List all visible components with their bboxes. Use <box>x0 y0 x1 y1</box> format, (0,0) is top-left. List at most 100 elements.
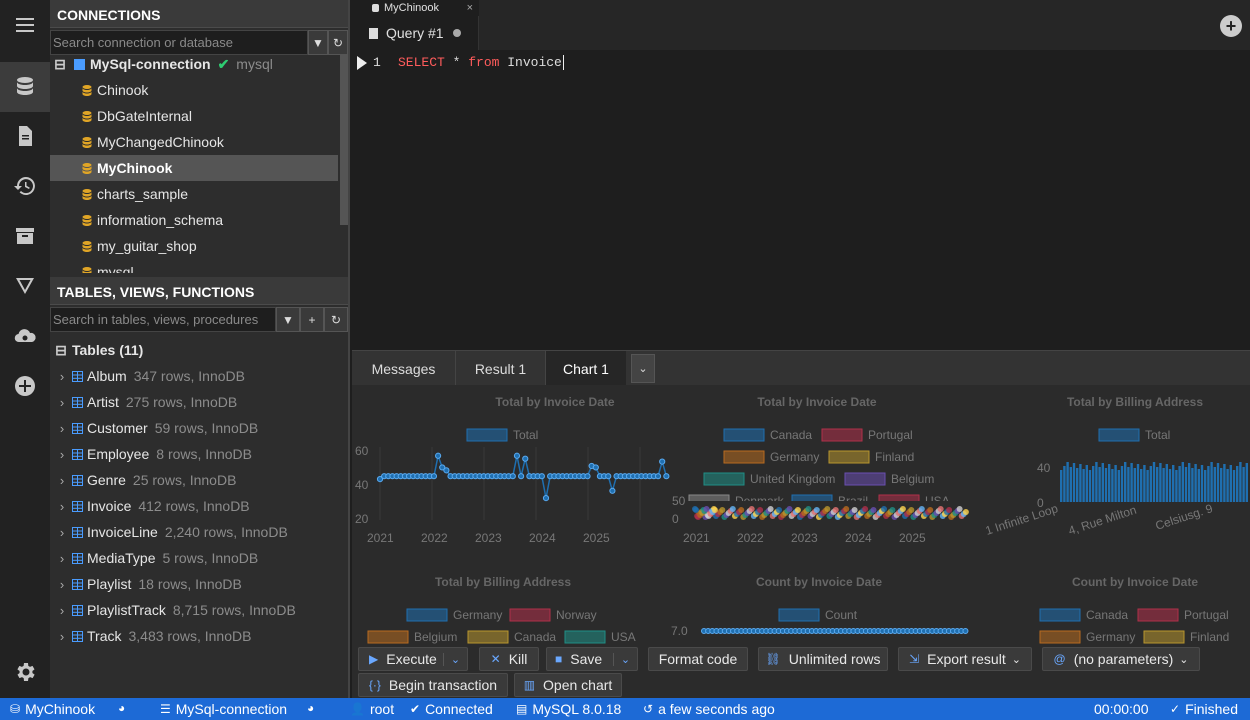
database-item[interactable]: charts_sample <box>50 181 338 207</box>
save-icon: ■ <box>555 652 563 666</box>
palette-icon[interactable]: ◕ <box>118 701 130 715</box>
chevron-right-icon[interactable]: › <box>52 603 72 618</box>
table-info: 59 rows, InnoDB <box>154 420 259 436</box>
table-item[interactable]: › Track 3,483 rows, InnoDB <box>50 623 338 649</box>
table-item[interactable]: › Artist 275 rows, InnoDB <box>50 389 338 415</box>
legend-swatch <box>1143 630 1185 644</box>
file-icon[interactable] <box>0 111 50 161</box>
sql-editor[interactable]: 1 SELECT * from Invoice <box>352 50 1250 349</box>
table-item[interactable]: › PlaylistTrack 8,715 rows, InnoDB <box>50 597 338 623</box>
table-item[interactable]: › InvoiceLine 2,240 rows, InnoDB <box>50 519 338 545</box>
table-item[interactable]: › Playlist 18 rows, InnoDB <box>50 571 338 597</box>
table-icon <box>72 630 83 642</box>
database-item[interactable]: information_schema <box>50 207 338 233</box>
chevron-down-icon[interactable]: ⌄ <box>443 652 467 666</box>
activity-bar <box>0 0 50 698</box>
database-item[interactable]: MyChinook <box>50 155 338 181</box>
x-tick-label: 1 Infinite Loop <box>984 501 1060 538</box>
database-item[interactable]: DbGateInternal <box>50 103 338 129</box>
save-button[interactable]: ■ Save ⌄ <box>546 647 638 671</box>
export-result-button[interactable]: ⇲ Export result ⌄ <box>898 647 1032 671</box>
table-info: 347 rows, InnoDB <box>133 368 245 384</box>
database-item[interactable]: Chinook <box>50 77 338 103</box>
gear-icon[interactable] <box>0 647 50 697</box>
chevron-right-icon[interactable]: › <box>52 395 72 410</box>
archive-icon[interactable] <box>0 211 50 261</box>
data-bar <box>1210 462 1213 502</box>
chevron-right-icon[interactable]: › <box>52 525 72 540</box>
tab-messages[interactable]: Messages <box>352 351 456 386</box>
format-code-button[interactable]: Format code <box>648 647 748 671</box>
menu-icon[interactable] <box>0 0 50 50</box>
begin-transaction-button[interactable]: {·} Begin transaction <box>358 673 508 697</box>
table-item[interactable]: › MediaType 5 rows, InnoDB <box>50 545 338 571</box>
unlimited-rows-button[interactable]: ⛓ Unlimited rows <box>758 647 888 671</box>
connection-node[interactable]: ⊟ MySql-connection ✔ mysql <box>50 55 338 77</box>
refresh-icon[interactable]: ↻ <box>328 30 348 55</box>
history-icon[interactable] <box>0 161 50 211</box>
chevron-right-icon[interactable]: › <box>52 577 72 592</box>
collapse-icon[interactable]: ⊟ <box>50 56 70 73</box>
tables-group[interactable]: ⊟ Tables (11) <box>50 337 338 363</box>
add-icon[interactable]: + <box>300 307 324 332</box>
open-chart-button[interactable]: ▥ Open chart <box>514 673 622 697</box>
tab-chart-1[interactable]: Chart 1 <box>546 351 626 386</box>
data-point <box>430 473 438 480</box>
tab-result-1[interactable]: Result 1 <box>456 351 546 386</box>
file-icon <box>369 27 378 39</box>
execute-button[interactable]: ▶ Execute ⌄ <box>358 647 468 671</box>
status-connection-label: MySql-connection <box>175 701 288 717</box>
chevron-right-icon[interactable]: › <box>52 473 72 488</box>
tree-scrollbar[interactable] <box>340 55 348 225</box>
query-tab-label: Query #1 <box>386 25 444 41</box>
table-icon <box>72 370 83 382</box>
chevron-right-icon[interactable]: › <box>52 629 72 644</box>
data-bar <box>1063 466 1066 502</box>
refresh-icon[interactable]: ↻ <box>324 307 348 332</box>
table-item[interactable]: › Invoice 412 rows, InnoDB <box>50 493 338 519</box>
data-bar <box>1236 466 1239 502</box>
chevron-down-icon[interactable]: ⌄ <box>613 652 637 666</box>
data-bar <box>1232 470 1236 502</box>
data-bar <box>1165 464 1168 502</box>
chevron-right-icon[interactable]: › <box>52 369 72 384</box>
filter-icon[interactable]: ▼ <box>276 307 300 332</box>
data-bar <box>1204 470 1207 502</box>
filter-icon[interactable]: ▼ <box>308 30 328 55</box>
chevron-right-icon[interactable]: › <box>52 447 72 462</box>
collapse-icon[interactable]: ⊟ <box>50 342 72 359</box>
query-tab[interactable]: Query #1 <box>352 16 479 50</box>
data-point <box>851 507 858 513</box>
database-item[interactable]: MyChangedChinook <box>50 129 338 155</box>
database-name: Chinook <box>97 82 149 98</box>
chevron-right-icon[interactable]: › <box>52 421 72 436</box>
palette-icon[interactable]: ◕ <box>307 701 319 715</box>
legend-swatch <box>723 428 765 442</box>
database-item[interactable]: my_guitar_shop <box>50 233 338 259</box>
run-line-icon[interactable] <box>357 56 367 70</box>
kill-button[interactable]: ✕ Kill <box>479 647 539 671</box>
close-icon[interactable]: × <box>467 2 473 14</box>
database-item[interactable]: mysql <box>50 259 338 273</box>
connection-search-input[interactable] <box>50 30 308 55</box>
table-item[interactable]: › Employee 8 rows, InnoDB <box>50 441 338 467</box>
code-line[interactable]: SELECT * from Invoice <box>398 55 564 70</box>
data-bar <box>1220 468 1223 502</box>
db-tab[interactable]: MyChinook × <box>352 0 479 16</box>
chevron-right-icon[interactable]: › <box>52 551 72 566</box>
plus-circle-icon[interactable] <box>0 361 50 411</box>
database-icon[interactable] <box>0 62 50 112</box>
parameters-button[interactable]: @ (no parameters) ⌄ <box>1042 647 1200 671</box>
cloud-icon[interactable] <box>0 311 50 361</box>
objects-search-input[interactable] <box>50 307 276 332</box>
chevron-down-icon[interactable]: ⌄ <box>631 354 655 383</box>
status-connection[interactable]: ☰ MySql-connection <box>160 701 287 717</box>
chevron-right-icon[interactable]: › <box>52 499 72 514</box>
add-tab-icon[interactable]: + <box>1220 15 1242 37</box>
connection-search-row: ▼ ↻ <box>50 30 348 55</box>
status-db[interactable]: ⛁ MyChinook <box>10 701 95 717</box>
filter-icon[interactable] <box>0 261 50 311</box>
table-item[interactable]: › Customer 59 rows, InnoDB <box>50 415 338 441</box>
table-item[interactable]: › Album 347 rows, InnoDB <box>50 363 338 389</box>
table-item[interactable]: › Genre 25 rows, InnoDB <box>50 467 338 493</box>
